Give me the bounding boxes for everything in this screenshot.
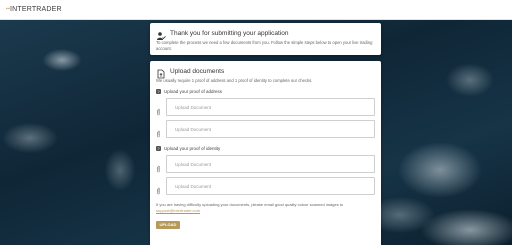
paperclip-icon	[156, 182, 161, 195]
upload-button[interactable]: UPLOAD	[156, 220, 180, 229]
paperclip-icon	[156, 125, 161, 138]
upload-documents-card: Upload documents We usually require 1 pr…	[150, 61, 381, 245]
logo-text: INTERTRADER	[9, 6, 62, 13]
proof-of-identity-upload-1[interactable]: Upload Document	[166, 155, 375, 173]
support-email-link[interactable]: support@intertrader.com	[156, 208, 200, 213]
paperclip-icon	[156, 103, 161, 116]
proof-of-address-label: ? Upload your proof of address	[156, 89, 223, 94]
identity-upload-row-1: Upload Document	[156, 155, 375, 173]
paperclip-icon	[156, 160, 161, 173]
identity-upload-row-2: Upload Document	[156, 177, 375, 195]
support-footnote: If you are having difficulty uploading y…	[156, 202, 344, 213]
top-bar: ▪▪INTERTRADER	[0, 0, 512, 20]
proof-of-address-upload-1[interactable]: Upload Document	[166, 98, 375, 116]
intertrader-logo[interactable]: ▪▪INTERTRADER	[6, 6, 62, 13]
thank-you-text: To complete the process we need a few do…	[156, 40, 373, 51]
upload-intro-text: We usually require 1 proof of address an…	[156, 78, 313, 83]
upload-documents-title: Upload documents	[170, 67, 225, 75]
address-upload-row-1: Upload Document	[156, 98, 375, 116]
proof-of-identity-upload-2[interactable]: Upload Document	[166, 177, 375, 195]
proof-of-identity-label: ? Upload your proof of identity	[156, 146, 221, 151]
document-upload-icon	[156, 66, 166, 79]
user-check-icon	[156, 28, 166, 40]
address-upload-row-2: Upload Document	[156, 120, 375, 138]
thank-you-title: Thank you for submitting your applicatio…	[170, 29, 289, 37]
proof-of-address-upload-2[interactable]: Upload Document	[166, 120, 375, 138]
help-icon[interactable]: ?	[156, 89, 161, 94]
help-icon[interactable]: ?	[156, 146, 161, 151]
thank-you-card: Thank you for submitting your applicatio…	[150, 23, 381, 55]
